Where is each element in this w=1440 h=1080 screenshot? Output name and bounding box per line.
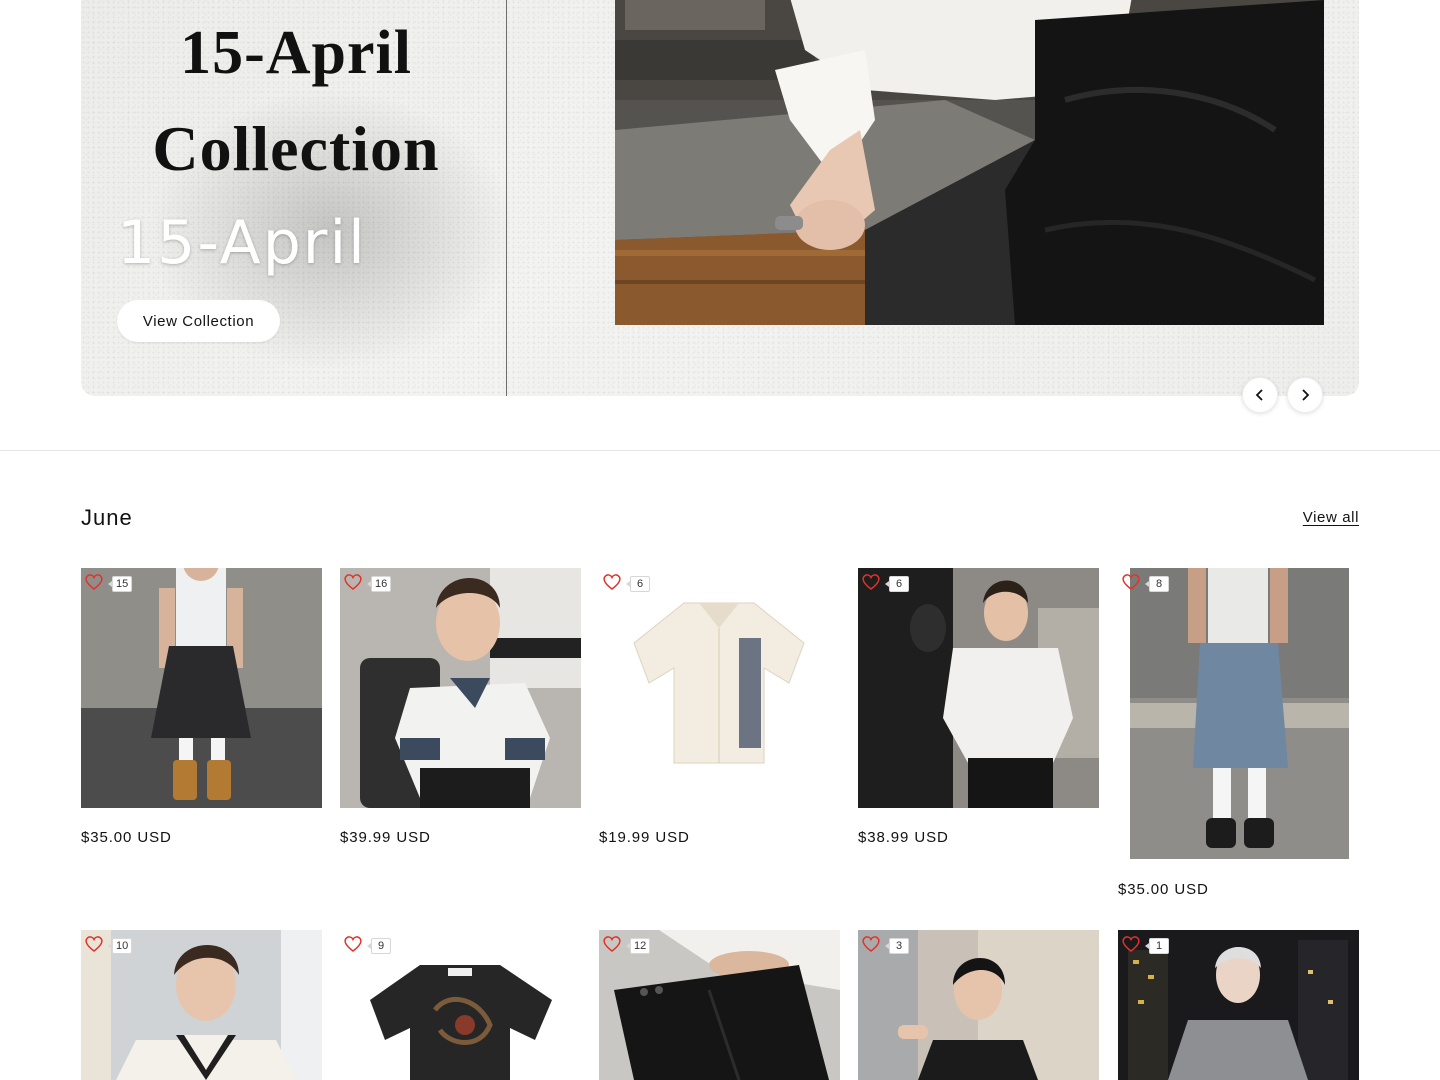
- wishlist-count: 10: [107, 938, 133, 954]
- wishlist-count: 6: [626, 576, 650, 592]
- wishlist-heart-icon[interactable]: [601, 933, 623, 955]
- product-price: $19.99 USD: [599, 829, 690, 846]
- wishlist-count: 9: [367, 938, 391, 954]
- wishlist-heart-icon[interactable]: [83, 933, 105, 955]
- chevron-left-icon: [1255, 389, 1263, 401]
- chevron-right-icon: [1302, 389, 1310, 401]
- wishlist-heart-icon[interactable]: [1120, 571, 1142, 593]
- view-collection-button[interactable]: View Collection: [117, 300, 280, 342]
- product-image[interactable]: [599, 568, 840, 808]
- wishlist-count: 8: [1145, 576, 1169, 592]
- wishlist-heart-icon[interactable]: [83, 571, 105, 593]
- hero-divider: [506, 0, 507, 396]
- hero-title-line2: Collection: [152, 113, 440, 184]
- product-price: $35.00 USD: [81, 829, 172, 846]
- product-price: $35.00 USD: [1118, 881, 1209, 898]
- view-all-link[interactable]: View all: [1303, 509, 1359, 526]
- wishlist-count: 16: [366, 576, 392, 592]
- wishlist-heart-icon[interactable]: [601, 571, 623, 593]
- slide-prev-button[interactable]: [1242, 377, 1278, 413]
- wishlist-heart-icon[interactable]: [342, 571, 364, 593]
- collection-title: June: [81, 505, 133, 530]
- product-image[interactable]: [81, 568, 322, 808]
- hero-slideshow: 15-April Collection 15-April View Collec…: [81, 0, 1359, 396]
- section-divider: [0, 450, 1440, 451]
- product-image[interactable]: [340, 568, 581, 808]
- wishlist-count: 6: [885, 576, 909, 592]
- wishlist-heart-icon[interactable]: [860, 933, 882, 955]
- wishlist-heart-icon[interactable]: [860, 571, 882, 593]
- hero-photo: [615, 0, 1324, 325]
- wishlist-count: 12: [625, 938, 651, 954]
- wishlist-heart-icon[interactable]: [342, 933, 364, 955]
- wishlist-count: 1: [1145, 938, 1169, 954]
- hero-date: 15-April: [117, 208, 367, 278]
- hero-title-line1: 15-April: [180, 19, 412, 87]
- product-price: $39.99 USD: [340, 829, 431, 846]
- wishlist-count: 3: [885, 938, 909, 954]
- wishlist-heart-icon[interactable]: [1120, 933, 1142, 955]
- slide-next-button[interactable]: [1287, 377, 1323, 413]
- product-image[interactable]: [1118, 568, 1359, 859]
- product-price: $38.99 USD: [858, 829, 949, 846]
- wishlist-count: 15: [107, 576, 133, 592]
- product-image[interactable]: [858, 568, 1099, 808]
